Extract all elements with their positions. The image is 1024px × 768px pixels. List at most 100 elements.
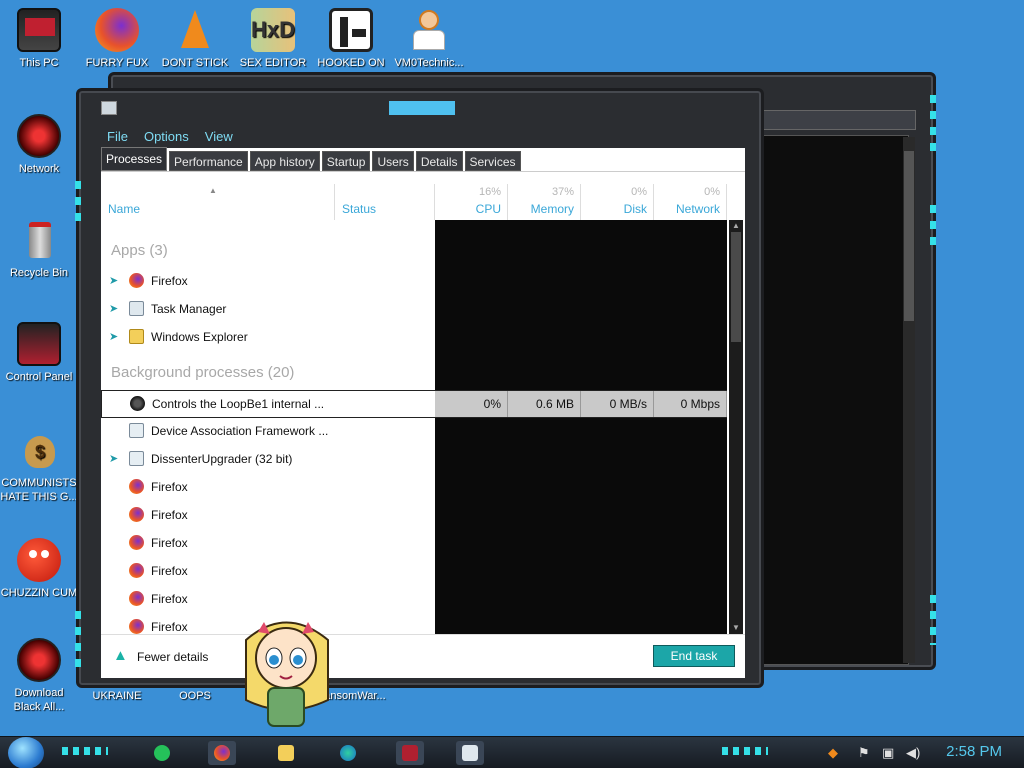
- scrollbar-thumb[interactable]: [904, 151, 914, 321]
- start-button[interactable]: [8, 737, 44, 768]
- tab-services[interactable]: Services: [464, 151, 521, 171]
- service-icon: [129, 423, 144, 438]
- process-row[interactable]: Firefox: [101, 530, 727, 556]
- firefox-icon: [129, 479, 144, 494]
- game-icon: [402, 745, 418, 761]
- desktop-icon-control-panel[interactable]: Control Panel: [0, 322, 78, 384]
- process-row[interactable]: Firefox: [101, 474, 727, 500]
- end-task-button[interactable]: End task: [653, 645, 735, 667]
- flag-icon[interactable]: ⚑: [858, 745, 870, 761]
- desktop-icon-network[interactable]: Network: [0, 114, 78, 176]
- process-row[interactable]: ➤ Task Manager: [101, 296, 727, 322]
- network-cell: 0 Mbps: [654, 391, 727, 417]
- menu-file[interactable]: File: [107, 129, 128, 144]
- process-row[interactable]: Firefox: [101, 586, 727, 612]
- tab-app-history[interactable]: App history: [249, 151, 320, 171]
- tab-users[interactable]: Users: [372, 151, 414, 171]
- scrollbar-thumb[interactable]: [731, 232, 741, 342]
- column-header-row: ▲ Name Status 16% CPU 37% Memory 0% Disk…: [101, 184, 727, 220]
- taskbar-app-task-manager[interactable]: [456, 741, 484, 765]
- process-row[interactable]: Firefox: [101, 502, 727, 528]
- menu-bar: File Options View: [101, 125, 745, 147]
- tab-processes[interactable]: Processes: [101, 147, 168, 171]
- column-memory[interactable]: 37% Memory: [508, 184, 581, 220]
- column-cpu[interactable]: 16% CPU: [435, 184, 508, 220]
- tab-details[interactable]: Details: [415, 151, 463, 171]
- firefox-icon: [95, 8, 139, 52]
- desktop-icon-communists[interactable]: $ COMMUNISTS HATE THIS G...: [0, 428, 78, 504]
- volume-icon[interactable]: ◀): [906, 745, 920, 761]
- loopbe-icon: [130, 396, 145, 411]
- scroll-up-icon[interactable]: ▲: [731, 221, 741, 231]
- firefox-icon: [129, 563, 144, 578]
- process-row[interactable]: ➤ Windows Explorer: [101, 324, 727, 350]
- task-manager-window[interactable]: File Options View Processes Performance …: [75, 88, 764, 688]
- group-apps-title: Apps (3): [111, 242, 168, 259]
- column-disk[interactable]: 0% Disk: [581, 184, 654, 220]
- process-list: ▲ Name Status 16% CPU 37% Memory 0% Disk…: [101, 172, 745, 634]
- firefox-icon: [129, 535, 144, 550]
- taskbar-decoration: [62, 747, 108, 755]
- firefox-icon: [129, 507, 144, 522]
- process-row-selected[interactable]: Controls the LoopBe1 internal ... 0% 0.6…: [101, 390, 727, 418]
- expand-chevron-icon[interactable]: ➤: [109, 302, 118, 315]
- taskbar-app-steam[interactable]: [148, 741, 176, 765]
- desktop-icon-chuzzin[interactable]: CHUZZIN CUM: [0, 538, 78, 600]
- desktop-icon-this-pc[interactable]: This PC: [0, 8, 78, 70]
- process-list-scrollbar[interactable]: ▲ ▼: [729, 220, 743, 634]
- tab-startup[interactable]: Startup: [321, 151, 371, 171]
- desktop-icon-download-black[interactable]: Download Black All...: [0, 638, 78, 714]
- control-panel-icon: [17, 322, 61, 366]
- desktop-icon-sex-editor[interactable]: HxD SEX EDITOR: [234, 8, 312, 70]
- expand-chevron-icon[interactable]: ➤: [109, 274, 118, 287]
- tray-app-icon[interactable]: ◆: [828, 745, 838, 761]
- process-row[interactable]: Device Association Framework ...: [101, 418, 727, 444]
- frame-light: [930, 595, 936, 645]
- menu-view[interactable]: View: [205, 129, 233, 144]
- tab-performance[interactable]: Performance: [169, 151, 248, 171]
- task-manager-icon: [101, 101, 117, 115]
- process-row[interactable]: Firefox: [101, 558, 727, 584]
- desktop-icon-oops[interactable]: OOPS: [156, 689, 234, 703]
- taskbar-decoration: [722, 747, 768, 755]
- network-tray-icon[interactable]: ▣: [882, 745, 894, 761]
- folder-icon: [129, 329, 144, 344]
- frame-light: [930, 205, 936, 245]
- background-window-titlebar[interactable]: [756, 110, 916, 130]
- process-row[interactable]: ➤ Firefox: [101, 268, 727, 294]
- process-row[interactable]: ➤ DissenterUpgrader (32 bit): [101, 446, 727, 472]
- monitor-icon: [17, 8, 61, 52]
- taskbar-clock[interactable]: 2:58 PM: [946, 743, 1002, 760]
- scroll-down-icon[interactable]: ▼: [731, 623, 741, 633]
- service-icon: [129, 451, 144, 466]
- memory-cell: 0.6 MB: [508, 391, 581, 417]
- column-status[interactable]: Status: [335, 184, 435, 220]
- network-icon: [17, 114, 61, 158]
- desktop-icon-hooked-on[interactable]: HOOKED ON: [312, 8, 390, 70]
- chuzzle-icon: [17, 538, 61, 582]
- process-row[interactable]: Firefox: [101, 614, 727, 634]
- expand-chevron-icon[interactable]: ➤: [109, 452, 118, 465]
- background-window-scrollbar[interactable]: [903, 137, 915, 663]
- menu-options[interactable]: Options: [144, 129, 189, 144]
- desktop-icon-dont-stick[interactable]: DONT STICK: [156, 8, 234, 70]
- cpu-cell: 0%: [435, 391, 508, 417]
- fewer-details-link[interactable]: Fewer details: [137, 650, 208, 664]
- desktop-icon-furry-fux[interactable]: FURRY FUX: [78, 8, 156, 70]
- expand-chevron-icon[interactable]: ➤: [109, 330, 118, 343]
- taskbar-app-file-explorer[interactable]: [272, 741, 300, 765]
- chevron-up-icon[interactable]: ▲: [113, 647, 128, 664]
- desktop-icon-vm0technic[interactable]: VM0Technic...: [390, 8, 468, 70]
- taskbar-app-game[interactable]: [396, 741, 424, 765]
- column-network[interactable]: 0% Network: [654, 184, 727, 220]
- column-name[interactable]: ▲ Name: [101, 184, 335, 220]
- group-background-title: Background processes (20): [111, 364, 295, 381]
- desktop-icon-ukraine[interactable]: UKRAINE: [78, 689, 156, 703]
- firefox-icon: [129, 591, 144, 606]
- selected-row-metrics: 0% 0.6 MB 0 MB/s 0 Mbps: [435, 391, 727, 417]
- desktop-icon-recycle-bin[interactable]: Recycle Bin: [0, 218, 78, 280]
- taskbar-app-firefox[interactable]: [208, 741, 236, 765]
- taskbar-app-edge[interactable]: [334, 741, 362, 765]
- tab-bar: Processes Performance App history Startu…: [101, 147, 745, 172]
- frame-light: [930, 95, 936, 151]
